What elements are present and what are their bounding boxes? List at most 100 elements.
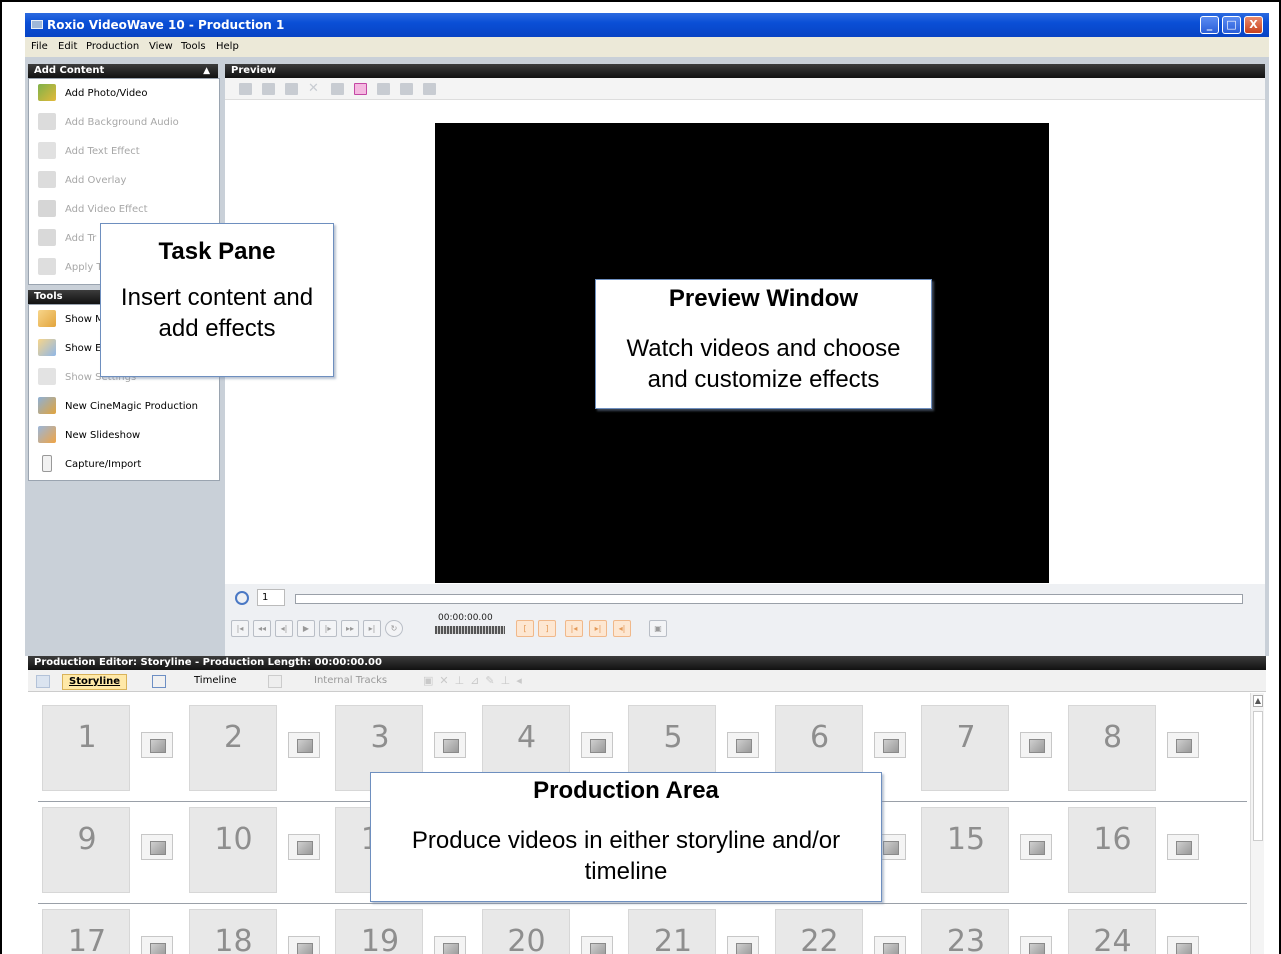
go-to-mark-out-icon[interactable]: ▸|: [589, 620, 607, 637]
cell-number: 9: [77, 822, 97, 857]
transition-slot-icon[interactable]: [580, 936, 613, 954]
transition-slot-icon[interactable]: [580, 732, 613, 758]
cell-number: 4: [516, 720, 537, 755]
transition-slot-icon[interactable]: [1020, 732, 1052, 758]
add-background-audio-item[interactable]: Add Background Audio: [29, 108, 219, 137]
grid-icon[interactable]: [354, 83, 367, 95]
mark-out-icon[interactable]: ]: [538, 620, 556, 637]
storyboard-cell[interactable]: 24: [1067, 909, 1156, 954]
transition-slot-icon[interactable]: [141, 834, 173, 860]
transition-slot-icon[interactable]: [141, 732, 173, 758]
transition-slot-icon[interactable]: [287, 936, 320, 954]
transition-slot-icon[interactable]: [434, 936, 466, 954]
tab-timeline[interactable]: Timeline: [188, 674, 243, 690]
storyboard-cell[interactable]: 19: [335, 909, 423, 954]
close-button[interactable]: X: [1244, 16, 1263, 34]
zoom-icon[interactable]: [235, 591, 249, 605]
toolbar-icon[interactable]: [400, 83, 413, 95]
storyboard-cell[interactable]: 7: [921, 705, 1009, 791]
menu-view[interactable]: View: [149, 41, 173, 52]
storyboard-cell[interactable]: 15: [921, 807, 1009, 893]
app-icon: [31, 20, 43, 29]
storyboard-cell[interactable]: 8: [1067, 705, 1156, 791]
preview-toolbar: ✕: [225, 78, 1265, 100]
fast-forward-icon[interactable]: ▸▸: [341, 620, 359, 637]
scroll-thumb[interactable]: [1253, 711, 1263, 841]
transition-slot-icon[interactable]: [1166, 732, 1199, 758]
tab-storyline[interactable]: Storyline: [62, 674, 128, 690]
storyboard-cell[interactable]: 18: [188, 909, 277, 954]
capture-import-item[interactable]: Capture/Import: [29, 450, 219, 479]
window-title: Roxio VideoWave 10 - Production 1: [47, 18, 285, 32]
storyboard-cell[interactable]: 10: [188, 807, 277, 893]
fullscreen-icon[interactable]: ▣: [649, 620, 667, 637]
maximize-button[interactable]: □: [1222, 16, 1241, 34]
transition-slot-icon[interactable]: [873, 732, 906, 758]
rewind-icon[interactable]: ◂◂: [253, 620, 271, 637]
transition-slot-icon[interactable]: [141, 936, 173, 954]
delete-icon[interactable]: ✕: [308, 82, 321, 95]
storyboard-cell[interactable]: 17: [42, 909, 130, 954]
production-header: Production Editor: Storyline - Productio…: [28, 656, 1266, 670]
add-overlay-item[interactable]: Add Overlay: [29, 166, 219, 195]
step-forward-icon[interactable]: |▸: [319, 620, 337, 637]
storyboard-cell[interactable]: 9: [42, 807, 130, 893]
storyboard-cell[interactable]: 21: [628, 909, 716, 954]
timecode: 00:00:00.00: [438, 613, 493, 623]
cell-number: 2: [223, 720, 244, 755]
transition-slot-icon[interactable]: [1020, 834, 1052, 860]
transition-slot-icon[interactable]: [1166, 936, 1199, 954]
transition-slot-icon[interactable]: [287, 834, 320, 860]
menu-tools[interactable]: Tools: [181, 41, 206, 52]
transition-slot-icon[interactable]: [1020, 936, 1052, 954]
minimize-button[interactable]: _: [1200, 16, 1219, 34]
go-to-end-icon[interactable]: ▸|: [363, 620, 381, 637]
transition-slot-icon[interactable]: [1166, 834, 1199, 860]
toolbar-icon[interactable]: [331, 83, 344, 95]
storyboard-cell[interactable]: 20: [481, 909, 570, 954]
scroll-up-icon[interactable]: ▲: [1253, 695, 1263, 707]
storyboard-cell[interactable]: 16: [1067, 807, 1156, 893]
menu-file[interactable]: File: [31, 41, 48, 52]
menu-edit[interactable]: Edit: [58, 41, 77, 52]
toolbar-icon[interactable]: [262, 83, 275, 95]
toolbar-icon[interactable]: [423, 83, 436, 95]
add-video-effect-item[interactable]: Add Video Effect: [29, 195, 219, 224]
menu-production[interactable]: Production: [86, 41, 139, 52]
transition-slot-icon[interactable]: [727, 732, 759, 758]
scrub-bar[interactable]: [295, 594, 1243, 604]
transition-slot-icon[interactable]: [873, 936, 906, 954]
loop-icon[interactable]: ↻: [385, 620, 403, 637]
title-bar[interactable]: Roxio VideoWave 10 - Production 1 _ □ X: [25, 13, 1269, 37]
production-callout-title: Production Area: [533, 777, 719, 804]
go-to-mark-in-icon[interactable]: |◂: [565, 620, 583, 637]
toolbar-icon[interactable]: [239, 83, 252, 95]
storyboard-cell[interactable]: 22: [774, 909, 863, 954]
storyline-icon: [36, 675, 50, 688]
text-icon[interactable]: [285, 83, 298, 95]
storyboard-scrollbar[interactable]: ▲: [1250, 693, 1264, 954]
mark-in-icon[interactable]: [: [516, 620, 534, 637]
transition-slot-icon[interactable]: [727, 936, 759, 954]
new-cinemagic-item[interactable]: New CineMagic Production: [29, 392, 219, 421]
toolbar-icon[interactable]: [377, 83, 390, 95]
transition-slot-icon[interactable]: [434, 732, 466, 758]
transition-slot-icon[interactable]: [287, 732, 320, 758]
play-icon[interactable]: ▶: [297, 620, 315, 637]
storyboard-cell[interactable]: 1: [42, 705, 130, 791]
tab-internal-tracks[interactable]: Internal Tracks: [308, 674, 393, 690]
tracks-icon: [268, 675, 282, 688]
add-photo-video-item[interactable]: Add Photo/Video: [29, 79, 219, 108]
split-icon[interactable]: ◂|: [613, 620, 631, 637]
add-text-effect-item[interactable]: Add Text Effect: [29, 137, 219, 166]
collapse-icon[interactable]: ▲: [203, 64, 210, 78]
new-slideshow-item[interactable]: New Slideshow: [29, 421, 219, 450]
add-content-header[interactable]: Add Content ▲: [28, 64, 218, 78]
storyboard-cell[interactable]: 2: [188, 705, 277, 791]
go-to-start-icon[interactable]: |◂: [231, 620, 249, 637]
add-photo-video-icon: [38, 84, 56, 101]
storyboard-cell[interactable]: 23: [921, 909, 1009, 954]
frame-input[interactable]: 1: [257, 589, 285, 606]
step-back-icon[interactable]: ◂|: [275, 620, 293, 637]
menu-help[interactable]: Help: [216, 41, 239, 52]
